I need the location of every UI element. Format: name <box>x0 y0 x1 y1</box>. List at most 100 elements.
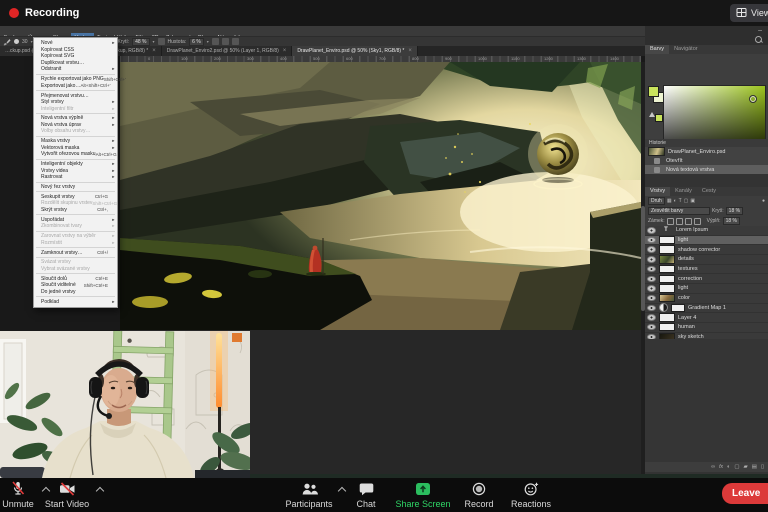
layer-menu-item[interactable]: Exportovat jako…Alt+Shift+Ctrl+' <box>34 82 117 89</box>
adjustment-layer-icon[interactable]: ◐ <box>727 464 730 470</box>
smoothing-icon[interactable] <box>222 38 229 45</box>
tab-vrstvy[interactable]: Vrstvy <box>645 187 670 196</box>
layer-row[interactable]: details <box>645 255 768 265</box>
meeting-top-bar: Recording View <box>0 0 768 26</box>
visibility-toggle-icon[interactable] <box>647 266 656 273</box>
new-group-icon[interactable]: ▰ <box>744 464 748 470</box>
visibility-toggle-icon[interactable] <box>647 227 656 234</box>
layers-list: TLorem Ipsumlightshadow correctordetails… <box>645 226 768 339</box>
filter-toggle-icon[interactable]: ● <box>762 198 765 204</box>
layer-thumbnail <box>659 236 675 245</box>
control-reactions[interactable]: Reactions <box>503 481 559 509</box>
history-panel-tab[interactable]: Historie <box>645 139 768 147</box>
layer-menu-item[interactable]: Vytvořit ořezovou maskuAlt+Ctrl+G <box>34 151 117 158</box>
control-share-screen[interactable]: Share Screen <box>390 481 456 509</box>
close-tab-icon[interactable]: × <box>283 48 287 54</box>
layer-row[interactable]: color <box>645 294 768 304</box>
tab-navigátor[interactable]: Navigátor <box>669 45 703 54</box>
airbrush-icon[interactable] <box>212 38 219 45</box>
layer-row[interactable]: light <box>645 284 768 294</box>
layer-menu-item[interactable]: Podklad▸ <box>34 298 117 305</box>
layer-menu-item[interactable]: Zamknout vrstvy…Ctrl+/ <box>34 249 117 256</box>
document-tab[interactable]: DrawPlanet_Enviro.psd @ 50% (Sky1, RGB/8… <box>292 46 418 56</box>
layer-fill-value[interactable]: 18 % <box>723 217 740 225</box>
brush-preset-icon[interactable] <box>14 39 19 44</box>
filter-type-select[interactable]: Druh <box>648 197 665 205</box>
mic-off-icon <box>11 481 25 496</box>
layer-row[interactable]: textures <box>645 265 768 275</box>
visibility-toggle-icon[interactable] <box>647 256 656 263</box>
layer-opacity-value[interactable]: 18 % <box>726 207 743 215</box>
layer-row[interactable]: Layer 4 <box>645 313 768 323</box>
visibility-toggle-icon[interactable] <box>647 246 656 253</box>
delete-layer-icon[interactable]: ▯ <box>761 464 764 470</box>
web-safe-swatch[interactable] <box>655 114 663 122</box>
layer-row[interactable]: TLorem Ipsum <box>645 226 768 236</box>
flow-select[interactable]: 6 % <box>189 38 204 46</box>
layer-row[interactable]: human <box>645 323 768 333</box>
submenu-arrow-icon: ▸ <box>112 217 114 223</box>
lock-position-icon[interactable] <box>685 218 692 225</box>
visibility-toggle-icon[interactable] <box>647 295 656 302</box>
foreground-color-swatch[interactable] <box>648 86 659 97</box>
layer-menu-item[interactable]: Rastrovat▸ <box>34 174 117 181</box>
tab-barvy[interactable]: Barvy <box>645 45 669 54</box>
layer-blend-mode-select[interactable]: Zesvětlit barvy <box>648 207 710 215</box>
lock-pixels-icon[interactable] <box>676 218 683 225</box>
pressure-opacity-icon[interactable] <box>158 38 165 45</box>
layer-row[interactable]: shadow corrector <box>645 245 768 255</box>
lock-all-icon[interactable] <box>694 218 701 225</box>
link-layers-icon[interactable]: ∞ <box>711 464 715 470</box>
layer-menu-item[interactable]: Nový řez vrstvy <box>34 184 117 191</box>
history-step[interactable]: Nová textová vrstva <box>645 165 768 174</box>
visibility-toggle-icon[interactable] <box>647 314 656 321</box>
leave-button[interactable]: Leave <box>722 483 768 504</box>
visibility-toggle-icon[interactable] <box>647 285 656 292</box>
control-participants[interactable]: Participants <box>278 481 340 509</box>
document-tab[interactable]: DrawPlanet_Enviro2.psd @ 50% (Layer 1, R… <box>162 46 293 56</box>
tab-cesty[interactable]: Cesty <box>697 187 721 196</box>
layer-menu-item[interactable]: Skrýt vrstvyCtrl+, <box>34 207 117 214</box>
painting-canvas[interactable] <box>120 62 641 330</box>
view-button[interactable]: View <box>730 4 768 22</box>
submenu-arrow-icon: ▸ <box>112 233 114 239</box>
control-start-video[interactable]: Start Video <box>36 481 98 509</box>
control-chat[interactable]: Chat <box>344 481 388 509</box>
filter-adjustment-icon[interactable]: ◐ <box>674 198 677 204</box>
layer-menu-item: Vybrat svázané vrstvy <box>34 266 117 273</box>
lock-transparent-icon[interactable] <box>667 218 674 225</box>
opacity-select[interactable]: 48 % <box>132 38 149 46</box>
visibility-toggle-icon[interactable] <box>647 276 656 283</box>
layer-menu-item: Volby obsahu vrstvy… <box>34 128 117 135</box>
webcam-video-tile[interactable] <box>0 331 250 478</box>
filter-pixel-icon[interactable]: ▦ <box>667 198 672 204</box>
search-icon[interactable] <box>755 36 762 43</box>
filter-type-icon[interactable]: T <box>679 198 682 204</box>
layer-menu-item[interactable]: Odstranit▸ <box>34 66 117 73</box>
layer-style-icon[interactable]: fx <box>719 464 723 470</box>
history-step[interactable]: DrawPlanet_Enviro.psd <box>645 147 768 156</box>
tab-kanály[interactable]: Kanály <box>670 187 697 196</box>
visibility-toggle-icon[interactable] <box>647 305 656 312</box>
menu-shortcut: Ctrl+, <box>97 207 108 212</box>
visibility-toggle-icon[interactable] <box>647 237 656 244</box>
filter-smart-object-icon[interactable]: ▣ <box>690 198 695 204</box>
filter-shape-icon[interactable]: ▢ <box>684 198 689 204</box>
submenu-arrow-icon: ▸ <box>112 168 114 174</box>
symmetry-icon[interactable] <box>232 38 239 45</box>
visibility-toggle-icon[interactable] <box>647 324 656 331</box>
color-cursor-icon[interactable] <box>749 95 757 103</box>
layer-mask-icon[interactable]: ▢ <box>734 464 739 470</box>
chevron-up-icon[interactable] <box>96 487 104 495</box>
layer-row[interactable]: Gradient Map 1 <box>645 304 768 314</box>
layer-menu-item[interactable]: Do jedné vrstvy <box>34 289 117 296</box>
close-tab-icon[interactable]: × <box>408 48 412 54</box>
new-layer-icon[interactable]: ▤ <box>752 464 757 470</box>
close-tab-icon[interactable]: × <box>152 48 156 54</box>
layer-menu-item: Rozmístit▸ <box>34 239 117 246</box>
history-step[interactable]: Otevřít <box>645 156 768 165</box>
control-record[interactable]: Record <box>455 481 503 509</box>
layer-row[interactable]: correction <box>645 274 768 284</box>
layer-row[interactable]: light <box>645 236 768 246</box>
collapse-panels-icon[interactable]: – <box>758 27 762 34</box>
